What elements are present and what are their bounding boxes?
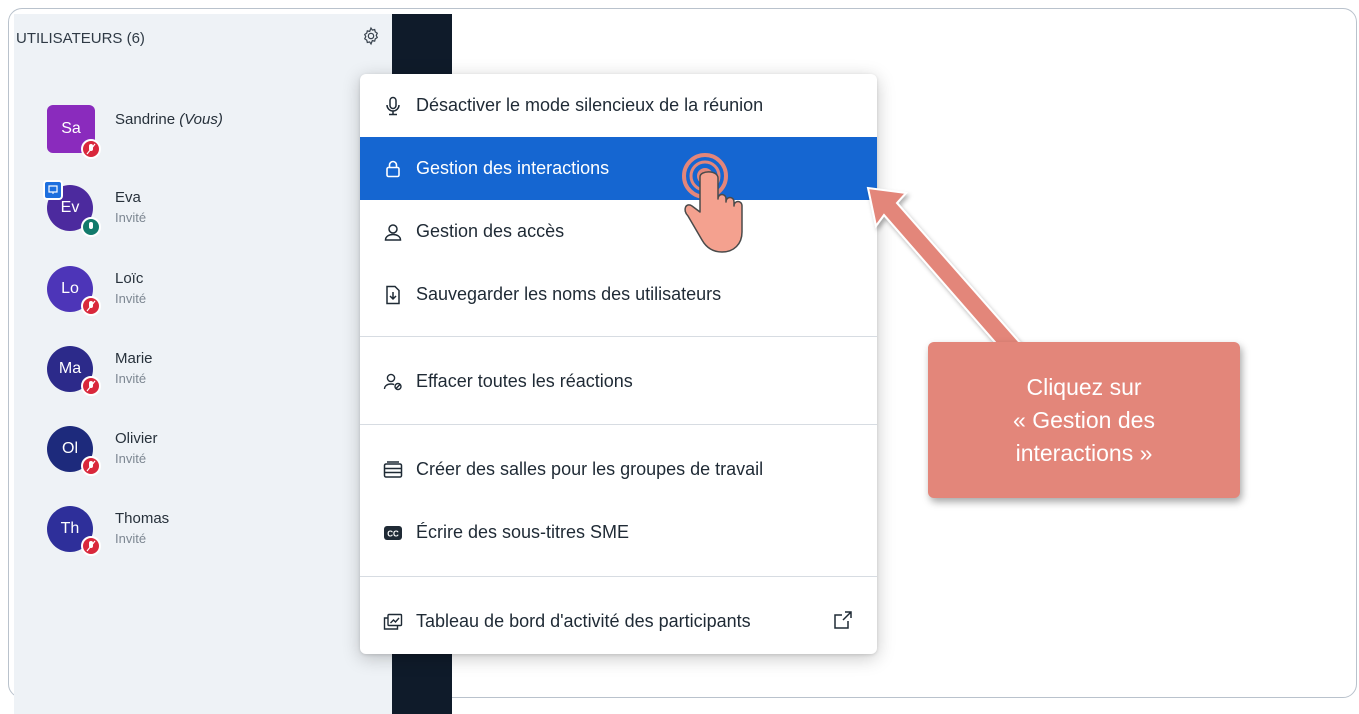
user-item[interactable]: Sa Sandrine (Vous) — [25, 105, 355, 159]
menu-item-label: Écrire des sous-titres SME — [416, 522, 630, 542]
dashboard-icon — [382, 611, 404, 633]
menu-item-label: Sauvegarder les noms des utilisateurs — [416, 284, 722, 304]
user-item[interactable]: Th Thomas Invité — [25, 506, 355, 560]
download-file-icon — [382, 284, 404, 306]
user-name: Thomas — [115, 510, 170, 527]
menu-item-label: Créer des salles pour les groupes de tra… — [416, 459, 764, 479]
menu-divider — [360, 424, 877, 425]
muted-mic-icon — [81, 139, 101, 159]
clear-reactions-icon — [382, 371, 404, 393]
menu-item-label: Tableau de bord d'activité des participa… — [416, 611, 751, 631]
microphone-on-icon — [81, 217, 101, 237]
user-role: Invité — [115, 371, 147, 386]
menu-item-label: Effacer toutes les réactions — [416, 371, 633, 391]
user-name: Marie — [115, 350, 153, 367]
users-panel-title: UTILISATEURS (6) — [16, 30, 145, 47]
callout-line: interactions » — [1015, 439, 1153, 466]
muted-mic-icon — [81, 296, 101, 316]
menu-item-breakout-rooms[interactable]: Créer des salles pour les groupes de tra… — [360, 438, 877, 501]
callout-line: Cliquez sur — [1026, 373, 1142, 400]
menu-item-label: Gestion des accès — [416, 221, 565, 241]
presenter-icon — [43, 180, 63, 200]
settings-menu: Désactiver le mode silencieux de la réun… — [360, 74, 877, 654]
menu-item-save-names[interactable]: Sauvegarder les noms des utilisateurs — [360, 263, 877, 326]
user-name: Sandrine (Vous) — [115, 111, 223, 128]
menu-item-label: Gestion des interactions — [416, 158, 610, 178]
external-link-icon[interactable] — [833, 610, 853, 635]
menu-item-clear-reactions[interactable]: Effacer toutes les réactions — [360, 350, 877, 413]
muted-mic-icon — [81, 456, 101, 476]
menu-divider — [360, 576, 877, 577]
menu-item-interactions[interactable]: Gestion des interactions — [360, 137, 877, 200]
menu-item-label: Désactiver le mode silencieux de la réun… — [416, 95, 764, 115]
menu-item-access[interactable]: Gestion des accès — [360, 200, 877, 263]
menu-item-captions[interactable]: CC Écrire des sous-titres SME — [360, 501, 877, 564]
user-name: Loïc — [115, 270, 144, 287]
user-item[interactable]: Ma Marie Invité — [25, 346, 355, 400]
muted-mic-icon — [81, 536, 101, 556]
microphone-icon — [382, 95, 404, 117]
muted-mic-icon — [81, 376, 101, 396]
user-icon — [382, 221, 404, 243]
user-item[interactable]: Ol Olivier Invité — [25, 426, 355, 480]
user-name: Olivier — [115, 430, 158, 447]
menu-item-activity-dashboard[interactable]: Tableau de bord d'activité des participa… — [360, 590, 877, 653]
user-role: Invité — [115, 210, 147, 225]
user-item[interactable]: Ev Eva Invité — [25, 180, 355, 239]
user-role: Invité — [115, 531, 147, 546]
instruction-callout: Cliquez sur « Gestion des interactions » — [928, 342, 1240, 498]
user-role: Invité — [115, 451, 147, 466]
lock-icon — [382, 158, 404, 180]
user-role: Invité — [115, 291, 147, 306]
svg-text:CC: CC — [387, 529, 399, 538]
user-item[interactable]: Lo Loïc Invité — [25, 266, 355, 320]
breakout-rooms-icon — [382, 459, 404, 481]
user-name: Eva — [115, 189, 141, 206]
gear-icon[interactable] — [360, 25, 382, 47]
menu-divider — [360, 336, 877, 337]
callout-line: « Gestion des — [1013, 406, 1155, 433]
menu-item-unmute-meeting[interactable]: Désactiver le mode silencieux de la réun… — [360, 74, 877, 137]
closed-captions-icon: CC — [382, 522, 404, 544]
